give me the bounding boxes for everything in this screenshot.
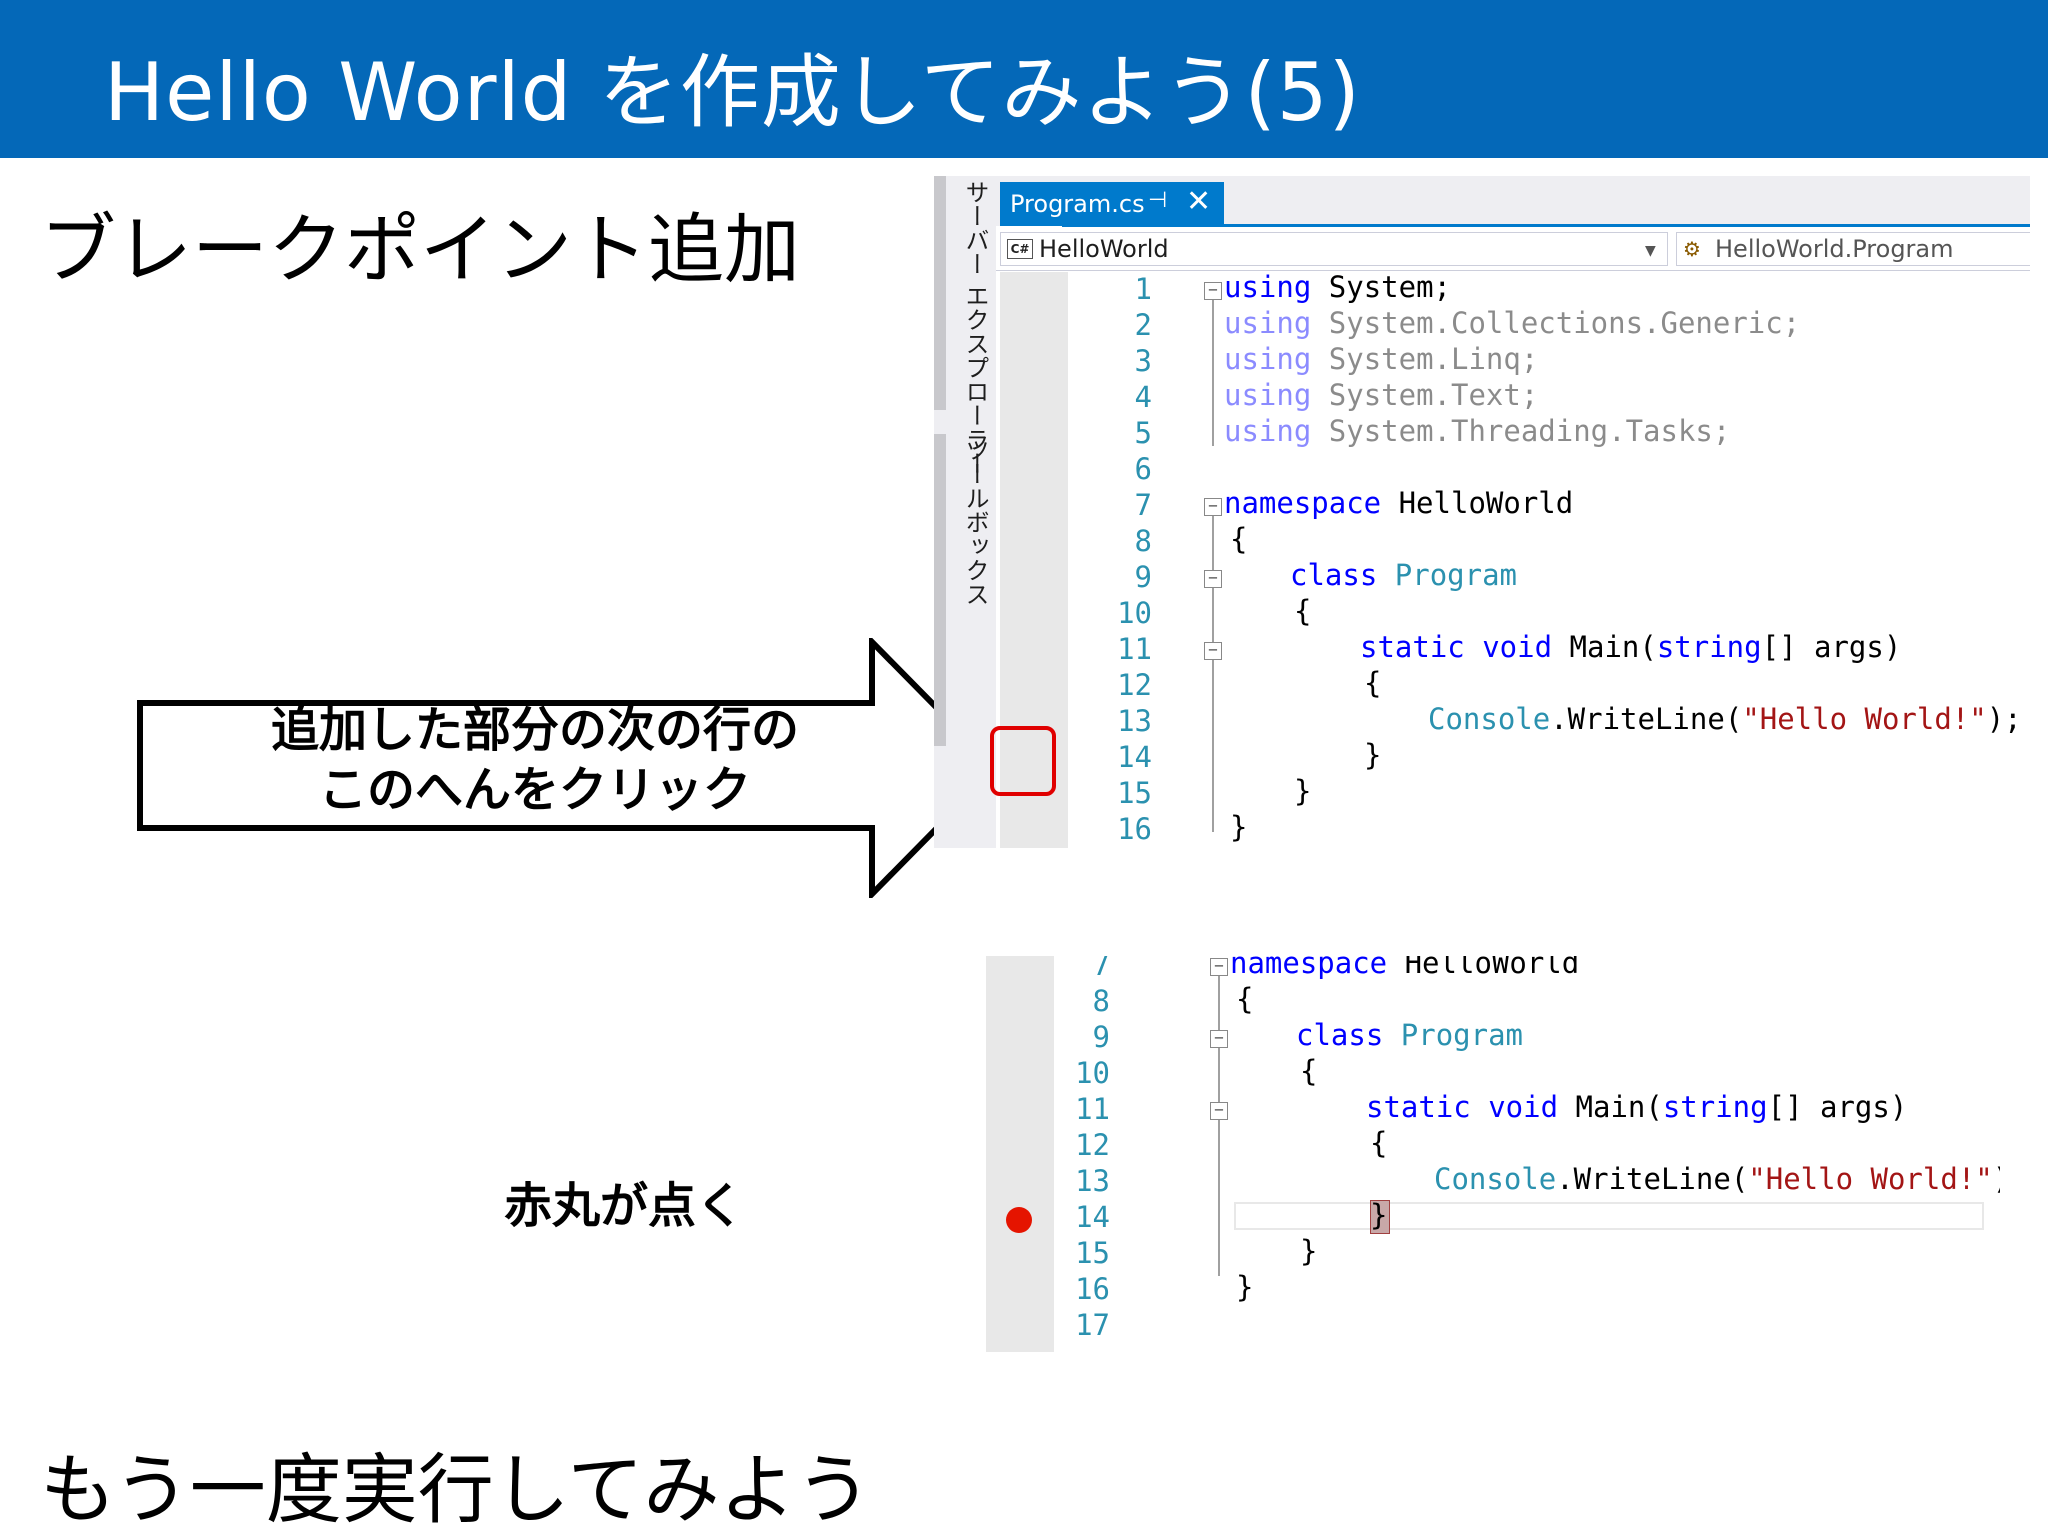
pin-icon[interactable]: ⊣ [1148, 188, 1167, 213]
line-number: 1 [1134, 272, 1152, 306]
line-number: 12 [1075, 1128, 1110, 1162]
type-dropdown[interactable]: ⚙ HelloWorld.Program [1676, 232, 2030, 266]
section-heading: ブレークポイント追加 [40, 205, 800, 294]
line-number: 10 [1075, 1056, 1110, 1090]
code-line: static void Main(string[] args) [1366, 1090, 1908, 1124]
collapse-icon[interactable]: − [1204, 570, 1222, 588]
ide-screenshot-after: 7 8 9 10 11 12 13 14 15 16 17 − − − name… [980, 956, 2000, 1352]
code-line: } [1230, 810, 1248, 844]
code-line: using System.Collections.Generic; [1224, 306, 1801, 340]
collapse-icon[interactable]: − [1210, 958, 1228, 976]
code-line: { [1294, 594, 1312, 628]
line-number: 13 [1117, 704, 1152, 738]
tab-program-cs[interactable]: Program.cs ⊣ ✕ [1000, 182, 1224, 226]
line-number: 13 [1075, 1164, 1110, 1198]
line-number: 7 [1092, 956, 1110, 982]
line-number: 5 [1134, 416, 1152, 450]
slide-title: Hello World を作成してみよう(5) [104, 46, 1361, 139]
close-icon[interactable]: ✕ [1186, 184, 1211, 219]
line-number: 11 [1117, 632, 1152, 666]
collapse-icon[interactable]: − [1210, 1030, 1228, 1048]
code-line: { [1230, 522, 1248, 556]
code-line: } [1236, 1270, 1254, 1304]
code-line: Console.WriteLine("Hello World!"); [1434, 1162, 2000, 1196]
code-line: { [1370, 1126, 1388, 1160]
breakpoint-margin[interactable] [986, 956, 1054, 1352]
tab-label: Program.cs [1010, 190, 1145, 218]
navigation-bar: C# HelloWorld ▼ ⚙ HelloWorld.Program [996, 228, 2030, 271]
code-line: { [1364, 666, 1382, 700]
code-line: } [1300, 1234, 1318, 1268]
callout-line-1: 追加した部分の次の行の [270, 702, 799, 758]
footer-heading: もう一度実行してみよう [40, 1445, 872, 1534]
class-icon: ⚙ [1683, 237, 1701, 261]
code-line: Console.WriteLine("Hello World!"); [1428, 702, 2022, 736]
code-line: } [1364, 738, 1382, 772]
line-number: 17 [1075, 1308, 1110, 1342]
editor-tab-strip: Program.cs ⊣ ✕ [996, 176, 2030, 226]
line-number: 6 [1134, 452, 1152, 486]
line-number: 7 [1134, 488, 1152, 522]
line-number: 16 [1075, 1272, 1110, 1306]
line-number: 14 [1075, 1200, 1110, 1234]
code-line: } [1370, 1198, 1388, 1232]
ide-screenshot-before: サーバー エクスプローラー ツールボックス Program.cs ⊣ ✕ C# … [934, 176, 2030, 848]
line-number: 8 [1134, 524, 1152, 558]
code-line: { [1236, 982, 1254, 1016]
line-number: 9 [1092, 1020, 1110, 1054]
breakpoint-icon[interactable] [1006, 1207, 1032, 1233]
code-line: static void Main(string[] args) [1360, 630, 1902, 664]
csharp-project-icon: C# [1007, 239, 1033, 259]
collapse-icon[interactable]: − [1204, 498, 1222, 516]
current-line-highlight [1234, 1202, 1984, 1230]
toolbox-tab[interactable]: ツールボックス [958, 438, 993, 606]
collapse-icon[interactable]: − [1210, 1102, 1228, 1120]
line-number: 11 [1075, 1092, 1110, 1126]
line-number: 14 [1117, 740, 1152, 774]
code-line: } [1294, 774, 1312, 808]
collapse-icon[interactable]: − [1204, 282, 1222, 300]
code-line: using System.Linq; [1224, 342, 1539, 376]
collapse-icon[interactable]: − [1204, 642, 1222, 660]
title-bar: Hello World を作成してみよう(5) [0, 0, 2048, 158]
side-tool-strip: サーバー エクスプローラー ツールボックス [934, 176, 996, 848]
line-number: 3 [1134, 344, 1152, 378]
code-line: class Program [1290, 558, 1517, 592]
line-number: 10 [1117, 596, 1152, 630]
project-dropdown[interactable]: C# HelloWorld ▼ [1000, 232, 1668, 266]
callout-line-2: このへんをクリック [318, 762, 751, 818]
breakpoint-caption: 赤丸が点く [504, 1178, 745, 1234]
code-line: using System; [1224, 270, 1451, 304]
code-line: { [1300, 1054, 1318, 1088]
chevron-down-icon: ▼ [1645, 243, 1656, 259]
line-number: 15 [1117, 776, 1152, 810]
line-number: 4 [1134, 380, 1152, 414]
callout-text: 追加した部分の次の行の このへんをクリック [200, 700, 870, 820]
code-line: using System.Text; [1224, 378, 1539, 412]
code-line: class Program [1296, 1018, 1523, 1052]
line-number: 16 [1117, 812, 1152, 846]
click-target-highlight [990, 726, 1056, 796]
line-number: 9 [1134, 560, 1152, 594]
project-name: HelloWorld [1039, 235, 1169, 263]
line-number: 8 [1092, 984, 1110, 1018]
line-number: 12 [1117, 668, 1152, 702]
code-line: namespace HelloWorld [1224, 486, 1574, 520]
server-explorer-tab[interactable]: サーバー エクスプローラー [958, 180, 993, 476]
code-line: namespace HelloWorld [1230, 956, 1580, 980]
line-number: 2 [1134, 308, 1152, 342]
type-name: HelloWorld.Program [1715, 235, 1954, 263]
line-number: 15 [1075, 1236, 1110, 1270]
code-line: using System.Threading.Tasks; [1224, 414, 1731, 448]
